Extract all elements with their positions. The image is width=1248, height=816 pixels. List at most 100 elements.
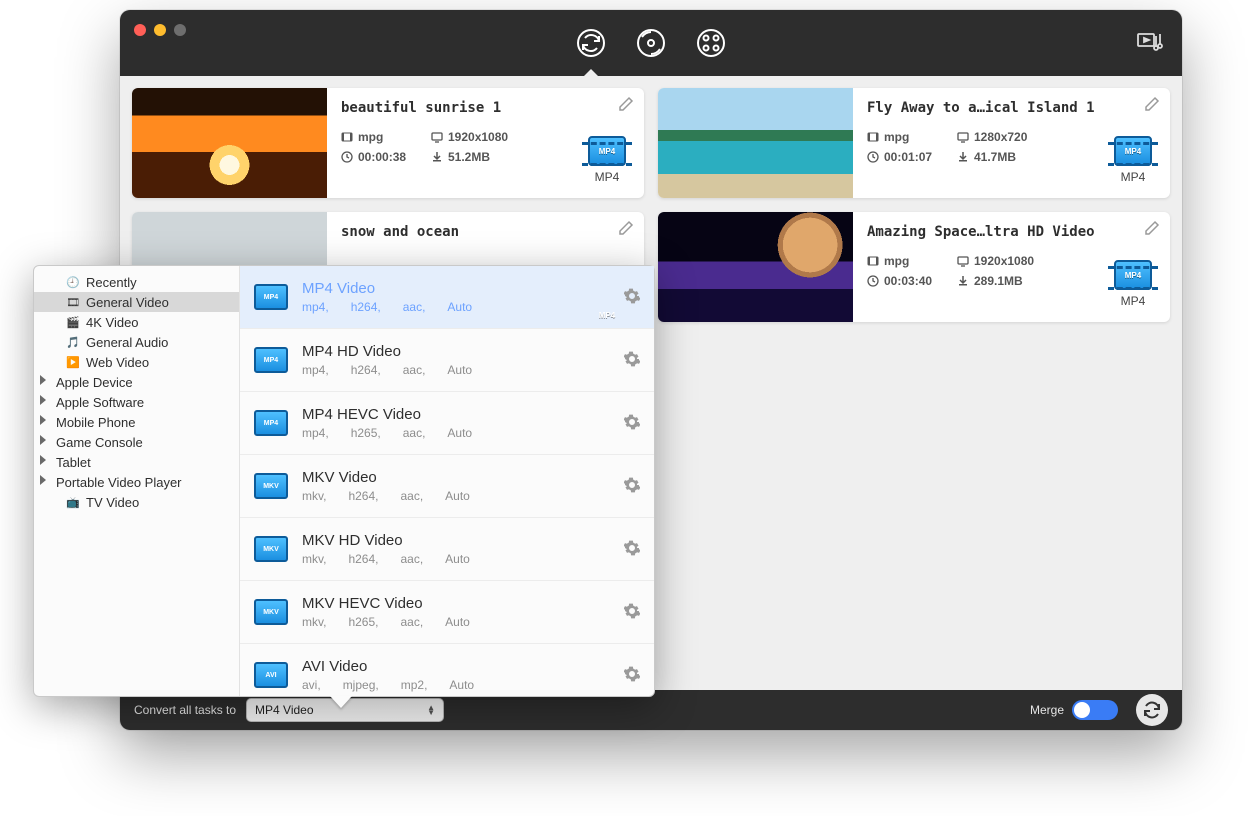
- category-label: Recently: [86, 275, 137, 290]
- format-icon: MP4: [254, 347, 288, 373]
- category-item[interactable]: Apple Device: [34, 372, 239, 392]
- format-name: MKV Video: [302, 469, 610, 486]
- task-card[interactable]: Amazing Space…ltra HD Video mpg 1920x108…: [658, 212, 1170, 322]
- disclosure-triangle-icon: [40, 435, 46, 445]
- titlebar: [120, 10, 1182, 76]
- category-item[interactable]: 🎞General Video: [34, 292, 239, 312]
- category-item[interactable]: 🎵General Audio: [34, 332, 239, 352]
- task-thumbnail[interactable]: [132, 88, 327, 198]
- format-name: MP4 Video: [302, 280, 610, 297]
- media-library-button[interactable]: [1136, 28, 1164, 59]
- output-format-value: MP4 Video: [255, 703, 313, 717]
- format-specs: mkv,h264,aac,Auto: [302, 552, 610, 566]
- start-convert-button[interactable]: [1136, 694, 1168, 726]
- merge-toggle[interactable]: [1072, 700, 1118, 720]
- web-icon: ▶️: [66, 355, 80, 369]
- category-label: 4K Video: [86, 315, 139, 330]
- format-settings-button[interactable]: [624, 540, 640, 559]
- format-preset-item[interactable]: MKV MKV HEVC Video mkv,h265,aac,Auto: [240, 581, 654, 644]
- task-format: mpg: [341, 130, 431, 144]
- task-output-format[interactable]: MP4 MP4: [584, 136, 630, 184]
- format-preset-item[interactable]: MKV MKV Video mkv,h264,aac,Auto: [240, 455, 654, 518]
- category-label: TV Video: [86, 495, 139, 510]
- format-icon: MP4: [254, 410, 288, 436]
- category-label: General Video: [86, 295, 169, 310]
- convert-all-label: Convert all tasks to: [134, 703, 236, 717]
- minimize-window-button[interactable]: [154, 24, 166, 36]
- audio-icon: 🎵: [66, 335, 80, 349]
- task-resolution: 1920x1080: [957, 254, 1067, 268]
- disclosure-triangle-icon: [40, 475, 46, 485]
- format-specs: mp4,h264,aac,Auto: [302, 363, 610, 377]
- category-label: Portable Video Player: [56, 475, 182, 490]
- tv-icon: 📺: [66, 495, 80, 509]
- format-specs: mp4,h264,aac,Auto: [302, 300, 610, 314]
- edit-task-button[interactable]: [1144, 96, 1160, 115]
- category-label: Web Video: [86, 355, 149, 370]
- category-item[interactable]: ▶️ Web Video: [34, 352, 239, 372]
- zoom-window-button[interactable]: [174, 24, 186, 36]
- task-output-format[interactable]: MP4 MP4: [1110, 136, 1156, 184]
- task-thumbnail[interactable]: [658, 212, 853, 322]
- format-preset-item[interactable]: MKV MKV HD Video mkv,h264,aac,Auto: [240, 518, 654, 581]
- task-title: snow and ocean: [341, 224, 601, 240]
- convert-mode-tab[interactable]: [575, 27, 607, 59]
- media-mode-tab[interactable]: [695, 27, 727, 59]
- format-specs: mkv,h265,aac,Auto: [302, 615, 610, 629]
- task-format: mpg: [867, 254, 957, 268]
- format-settings-button[interactable]: [624, 351, 640, 370]
- category-item[interactable]: Portable Video Player: [34, 472, 239, 492]
- close-window-button[interactable]: [134, 24, 146, 36]
- format-settings-button[interactable]: [624, 288, 640, 307]
- format-settings-button[interactable]: [624, 603, 640, 622]
- edit-task-button[interactable]: [618, 220, 634, 239]
- format-icon: AVI: [254, 662, 288, 688]
- category-item[interactable]: 🕘Recently: [34, 272, 239, 292]
- format-preset-item[interactable]: MP4 MP4 HD Video mp4,h264,aac,Auto: [240, 329, 654, 392]
- task-thumbnail[interactable]: [658, 88, 853, 198]
- task-card[interactable]: Fly Away to a…ical Island 1 mpg 1280x720…: [658, 88, 1170, 198]
- format-preset-item[interactable]: AVI AVI Video avi,mjpeg,mp2,Auto: [240, 644, 654, 696]
- format-icon: MP4: [1114, 260, 1152, 290]
- format-name: AVI Video: [302, 658, 610, 675]
- format-icon: MKV: [254, 536, 288, 562]
- category-label: Apple Device: [56, 375, 133, 390]
- chevron-updown-icon: ▲▼: [427, 705, 435, 715]
- window-controls: [134, 24, 186, 36]
- category-item[interactable]: Mobile Phone: [34, 412, 239, 432]
- category-item[interactable]: Tablet: [34, 452, 239, 472]
- format-preset-item[interactable]: MP4 MP4 HEVC Video mp4,h265,aac,Auto: [240, 392, 654, 455]
- format-icon: MP4: [588, 136, 626, 166]
- format-settings-button[interactable]: [624, 477, 640, 496]
- 4k-icon: 🎬: [66, 315, 80, 329]
- disc-mode-tab[interactable]: [635, 27, 667, 59]
- category-item[interactable]: Apple Software: [34, 392, 239, 412]
- category-item[interactable]: 🎬 4K Video: [34, 312, 239, 332]
- format-settings-button[interactable]: [624, 666, 640, 685]
- format-specs: mkv,h264,aac,Auto: [302, 489, 610, 503]
- task-resolution: 1280x720: [957, 130, 1067, 144]
- task-title: beautiful sunrise 1: [341, 100, 601, 116]
- format-picker-popover: 🕘Recently🎞General Video🎬4K Video🎵General…: [33, 265, 655, 697]
- task-card[interactable]: beautiful sunrise 1 mpg 1920x1080 00:00:…: [132, 88, 644, 198]
- category-label: Game Console: [56, 435, 143, 450]
- format-name: MKV HEVC Video: [302, 595, 610, 612]
- edit-task-button[interactable]: [618, 96, 634, 115]
- category-item[interactable]: 📺 TV Video: [34, 492, 239, 512]
- category-item[interactable]: Game Console: [34, 432, 239, 452]
- format-settings-button[interactable]: [624, 414, 640, 433]
- format-specs: avi,mjpeg,mp2,Auto: [302, 678, 610, 692]
- task-output-format[interactable]: MP4: [584, 300, 630, 322]
- format-icon: MKV: [254, 473, 288, 499]
- format-specs: mp4,h265,aac,Auto: [302, 426, 610, 440]
- category-label: Tablet: [56, 455, 91, 470]
- task-duration: 00:00:38: [341, 150, 431, 164]
- mode-tabs: [575, 27, 727, 59]
- merge-label: Merge: [1030, 703, 1064, 717]
- task-output-format[interactable]: MP4 MP4: [1110, 260, 1156, 308]
- format-name: MP4 HEVC Video: [302, 406, 610, 423]
- category-label: Mobile Phone: [56, 415, 136, 430]
- edit-task-button[interactable]: [1144, 220, 1160, 239]
- task-format: mpg: [867, 130, 957, 144]
- format-name: MKV HD Video: [302, 532, 610, 549]
